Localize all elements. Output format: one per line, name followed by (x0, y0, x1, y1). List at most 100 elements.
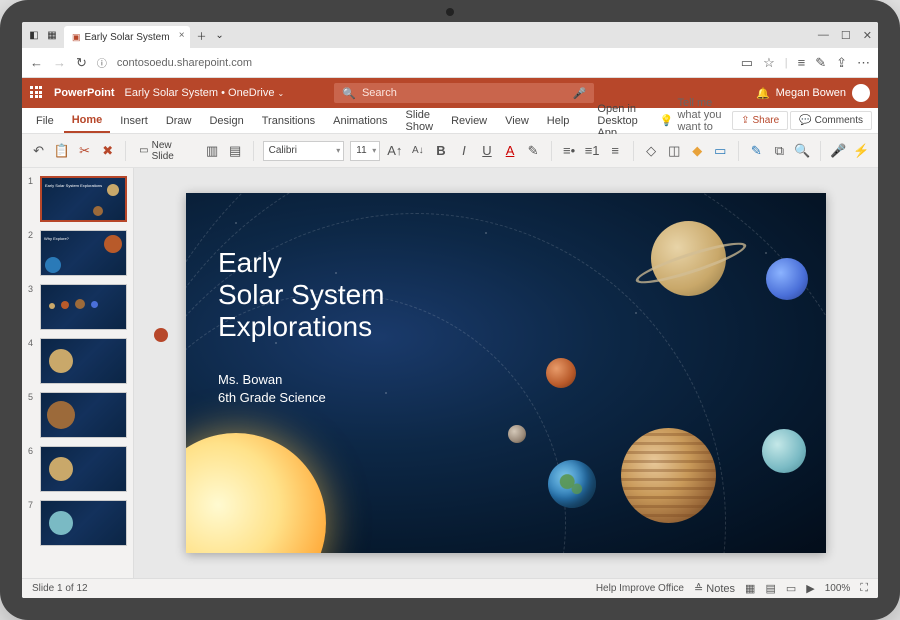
slideshow-view-icon[interactable]: ▶ (806, 582, 814, 595)
window-close-icon[interactable]: ✕ (863, 29, 872, 42)
tabgroup-icon-2[interactable]: ▦ (46, 29, 58, 41)
tabs-chevron-icon[interactable]: ⌄ (214, 29, 226, 41)
italic-icon[interactable]: I (455, 142, 472, 160)
tab-review[interactable]: Review (443, 108, 495, 133)
tab-slideshow[interactable]: Slide Show (398, 108, 442, 133)
bullets-icon[interactable]: ≡• (561, 142, 578, 160)
thumbnail-3[interactable]: 3 (28, 284, 127, 330)
search-icon: 🔍 (342, 87, 356, 100)
tab-animations[interactable]: Animations (325, 108, 395, 133)
reading-view-icon[interactable]: ▭ (786, 582, 796, 595)
font-size-select[interactable]: 11 (350, 141, 380, 161)
arrange-icon[interactable]: ◫ (666, 142, 683, 160)
share-button[interactable]: ⇪Share (732, 111, 788, 130)
tab-transitions[interactable]: Transitions (254, 108, 323, 133)
shape-outline-icon[interactable]: ▭ (712, 142, 729, 160)
browser-tabstrip: ◧ ▦ ▣ Early Solar System × ＋ ⌄ — ☐ ✕ (22, 22, 878, 48)
url-text[interactable]: contosoedu.sharepoint.com (117, 57, 731, 69)
slide-1[interactable]: Early Solar System Explorations Ms. Bowa… (186, 193, 826, 553)
designer-icon[interactable]: ✎ (748, 142, 765, 160)
numbering-icon[interactable]: ≡1 (584, 142, 601, 160)
avatar[interactable] (852, 84, 870, 102)
highlight-icon[interactable]: ✎ (525, 142, 542, 160)
paste-icon[interactable]: 📋 (53, 142, 70, 160)
user-menu[interactable]: 🔔 Megan Bowen (756, 84, 870, 102)
find-icon[interactable]: 🔍 (794, 142, 811, 160)
tab-design[interactable]: Design (201, 108, 251, 133)
section-icon[interactable]: ▤ (227, 142, 244, 160)
shape-fill-icon[interactable]: ◆ (689, 142, 706, 160)
undo-icon[interactable]: ↶ (30, 142, 47, 160)
grow-font-icon[interactable]: A↑ (386, 142, 403, 160)
mercury-graphic (508, 425, 526, 443)
layout-icon[interactable]: ▥ (204, 142, 221, 160)
ideas-icon[interactable]: ⚡ (853, 142, 870, 160)
thumbnail-1[interactable]: 1Early Solar System Explorations (28, 176, 127, 222)
notes-icon[interactable]: ✎ (815, 55, 826, 71)
tablet-camera (446, 8, 454, 16)
duplicate-icon[interactable]: ⧉ (771, 142, 788, 160)
share-page-icon[interactable]: ⇪ (836, 55, 847, 71)
normal-view-icon[interactable]: ▦ (745, 582, 755, 595)
nav-refresh-icon[interactable]: ↻ (76, 55, 87, 71)
tab-home[interactable]: Home (64, 108, 111, 133)
mic-icon[interactable]: 🎤 (573, 87, 587, 100)
window-maximize-icon[interactable]: ☐ (841, 29, 851, 42)
sorter-view-icon[interactable]: ▤ (765, 582, 775, 595)
bold-icon[interactable]: B (432, 142, 449, 160)
fit-to-window-icon[interactable]: ⛶ (860, 582, 868, 595)
favorites-icon[interactable]: ☆ (763, 55, 775, 71)
nav-forward-icon[interactable]: → (53, 55, 66, 70)
reading-view-icon[interactable]: ▭ (741, 55, 753, 71)
window-minimize-icon[interactable]: — (818, 29, 829, 42)
more-icon[interactable]: ⋯ (857, 55, 870, 71)
dictate-icon[interactable]: 🎤 (830, 142, 847, 160)
shrink-font-icon[interactable]: A↓ (409, 142, 426, 160)
open-in-desktop[interactable]: Open in Desktop App (589, 108, 651, 133)
hub-icon[interactable]: ≡ (798, 55, 806, 70)
help-improve-link[interactable]: Help Improve Office (596, 583, 684, 594)
font-family-select[interactable]: Calibri (263, 141, 345, 161)
font-color-icon[interactable]: A (502, 142, 519, 160)
thumbnail-2[interactable]: 2Why Explore? (28, 230, 127, 276)
site-info-icon[interactable]: ⓘ (97, 55, 107, 70)
tab-file[interactable]: File (28, 108, 62, 133)
slide-counter[interactable]: Slide 1 of 12 (32, 583, 88, 594)
tabgroup-icon[interactable]: ◧ (28, 29, 40, 41)
slide-title[interactable]: Early Solar System Explorations (218, 247, 385, 344)
tab-help[interactable]: Help (539, 108, 578, 133)
notes-toggle[interactable]: ≙ Notes (694, 582, 735, 595)
thumbnail-4[interactable]: 4 (28, 338, 127, 384)
nav-back-icon[interactable]: ← (30, 55, 43, 70)
slide-canvas-area[interactable]: Early Solar System Explorations Ms. Bowa… (134, 168, 878, 578)
search-input[interactable] (362, 87, 567, 99)
document-name[interactable]: Early Solar System • OneDrive ⌄ (125, 87, 285, 99)
thumbnail-6[interactable]: 6 (28, 446, 127, 492)
align-icon[interactable]: ≡ (607, 142, 624, 160)
thumbnail-7[interactable]: 7 (28, 500, 127, 546)
new-slide-icon: ▭ (139, 145, 148, 156)
comments-button[interactable]: 💬Comments (790, 111, 872, 130)
slide-subtitle[interactable]: Ms. Bowan 6th Grade Science (218, 371, 326, 407)
neptune-graphic (766, 258, 808, 300)
tab-draw[interactable]: Draw (158, 108, 200, 133)
tab-view[interactable]: View (497, 108, 537, 133)
search-box[interactable]: 🔍 🎤 (334, 83, 594, 103)
shapes-icon[interactable]: ◇ (643, 142, 660, 160)
underline-icon[interactable]: U (478, 142, 495, 160)
editor-main: 1Early Solar System Explorations 2Why Ex… (22, 168, 878, 578)
browser-tab[interactable]: ▣ Early Solar System × (64, 26, 190, 48)
thumbnail-5[interactable]: 5 (28, 392, 127, 438)
new-slide-button[interactable]: ▭New Slide (135, 138, 197, 164)
close-tab-icon[interactable]: × (179, 30, 185, 41)
cut-icon[interactable]: ✂ (76, 142, 93, 160)
new-tab-button[interactable]: ＋ (196, 29, 208, 41)
notification-icon[interactable]: 🔔 (756, 87, 770, 100)
zoom-level[interactable]: 100% (825, 583, 851, 594)
slide-thumbnails[interactable]: 1Early Solar System Explorations 2Why Ex… (22, 168, 134, 578)
tab-insert[interactable]: Insert (112, 108, 156, 133)
share-icon: ⇪ (741, 115, 749, 126)
app-launcher-icon[interactable] (30, 86, 44, 100)
laser-pointer-icon[interactable] (154, 328, 168, 342)
format-painter-icon[interactable]: ✖ (99, 142, 116, 160)
